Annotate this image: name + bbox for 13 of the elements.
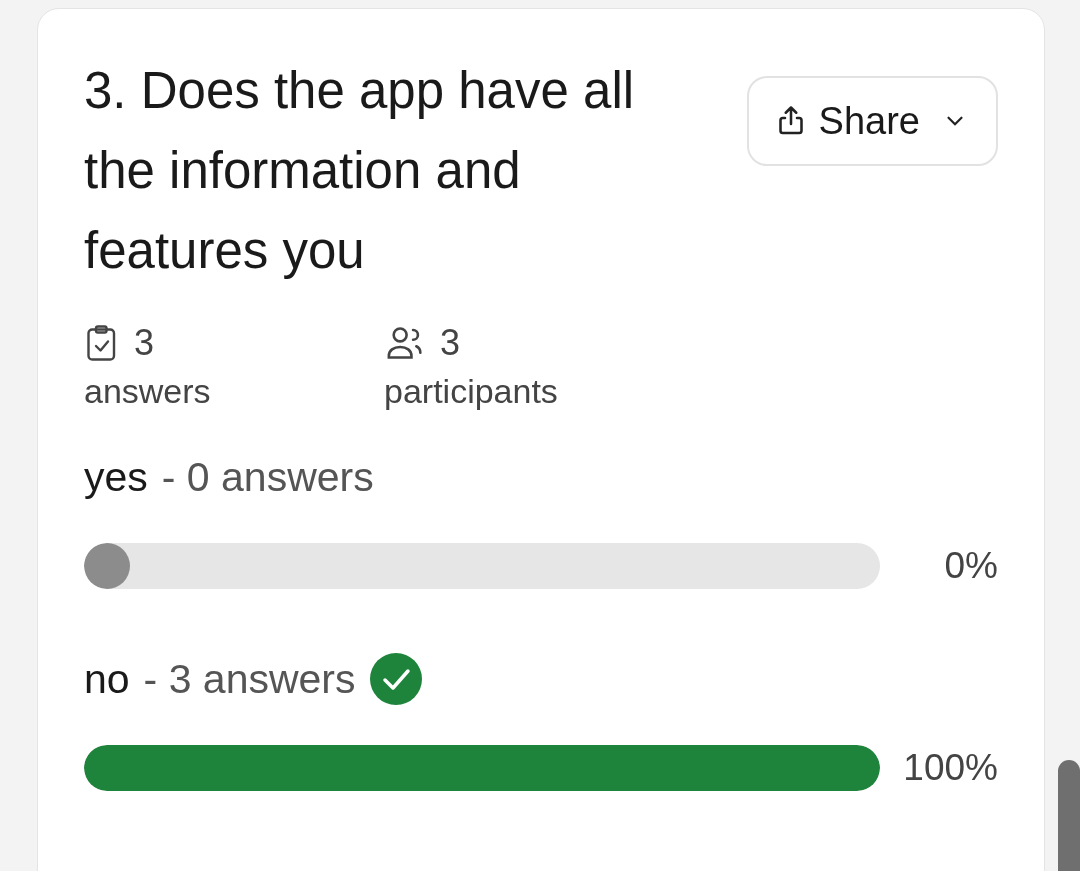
stat-value: 3: [134, 322, 155, 364]
stat-label: answers: [84, 371, 212, 412]
stat-label: participants: [384, 371, 559, 412]
option-label: yes: [84, 453, 148, 501]
option-label: no: [84, 655, 130, 703]
scrollbar-thumb[interactable]: [1058, 760, 1080, 871]
percentage: 0%: [943, 545, 998, 587]
percentage: 100%: [902, 747, 998, 789]
stat-value: 3: [440, 322, 461, 364]
share-button[interactable]: Share: [746, 76, 998, 166]
answer-count: - 0 answers: [161, 453, 374, 501]
answer-count: - 3 answers: [143, 655, 356, 703]
question-title: 3. Does the app have all the information and features you: [84, 61, 636, 281]
